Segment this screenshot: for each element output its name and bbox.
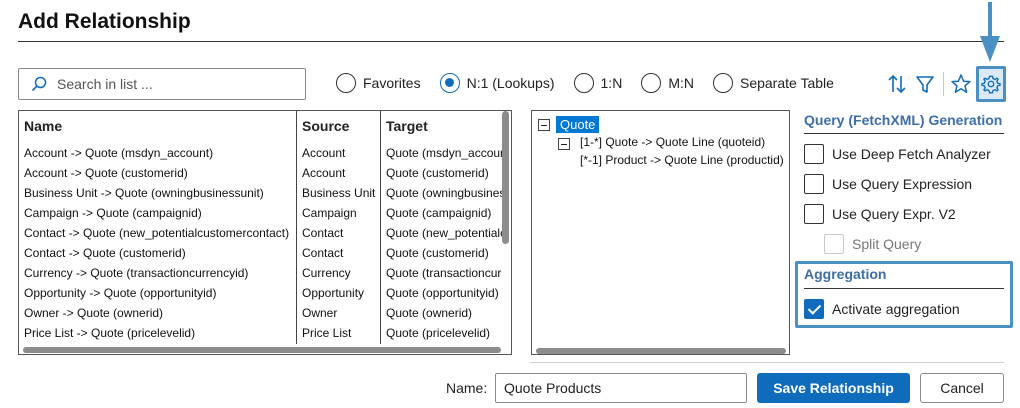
table-row-target[interactable]: Quote (msdyn_account) — [386, 146, 502, 160]
table-row-target[interactable]: Quote (customerid) — [386, 166, 502, 180]
table-row-name[interactable]: Currency -> Quote (transactioncurrencyid… — [24, 266, 294, 280]
checkbox-label: Use Deep Fetch Analyzer — [832, 146, 991, 162]
checkbox-label: Split Query — [852, 236, 922, 252]
checkbox-box[interactable] — [824, 234, 844, 254]
table-row-target[interactable]: Quote (opportunityid) — [386, 286, 502, 300]
table-row-source[interactable]: Business Unit — [302, 186, 378, 200]
table-row-name[interactable]: Contact -> Quote (customerid) — [24, 246, 294, 260]
radio-mn[interactable]: M:N — [641, 73, 694, 93]
sort-icon[interactable] — [886, 73, 908, 95]
radio-label: 1:N — [600, 75, 623, 91]
table-row-name[interactable]: Account -> Quote (customerid) — [24, 166, 294, 180]
dialog-title: Add Relationship — [18, 10, 191, 33]
table-row-target[interactable]: Quote (owningbusinessunit) — [386, 186, 502, 200]
table-row-source[interactable]: Contact — [302, 226, 378, 240]
aggregation-section-title: Aggregation — [804, 266, 887, 282]
radio-circle[interactable] — [336, 73, 356, 93]
search-icon — [31, 76, 47, 92]
table-row-source[interactable]: Campaign — [302, 206, 378, 220]
table-row-source[interactable]: Currency — [302, 266, 378, 280]
table-row-target[interactable]: Quote (pricelevelid) — [386, 326, 502, 340]
tree-node[interactable]: [*-1] Product -> Quote Line (productid) — [580, 153, 784, 167]
vertical-scrollbar[interactable] — [502, 111, 509, 244]
radio-circle[interactable] — [641, 73, 662, 93]
checkbox-box[interactable] — [804, 144, 824, 164]
table-row-source[interactable]: Account — [302, 166, 378, 180]
horizontal-scrollbar[interactable] — [536, 348, 786, 354]
fetchxml-section-title: Query (FetchXML) Generation — [804, 112, 1003, 128]
table-row-name[interactable]: Owner -> Quote (ownerid) — [24, 306, 294, 320]
radio-label: Favorites — [363, 75, 421, 91]
relationship-name-input[interactable] — [495, 373, 747, 403]
table-row-source[interactable]: Account — [302, 146, 378, 160]
table-row-target[interactable]: Quote (new_potentialcustomercontact) — [386, 226, 502, 240]
radio-n1-lookups[interactable]: N:1 (Lookups) — [439, 73, 555, 93]
column-header-target[interactable]: Target — [386, 118, 428, 134]
checkbox-label: Use Query Expr. V2 — [832, 206, 956, 222]
toolbar-divider — [943, 72, 944, 96]
radio-favorites[interactable]: Favorites — [336, 73, 421, 93]
column-divider — [380, 111, 381, 344]
checkbox-label: Use Query Expression — [832, 176, 973, 192]
section-divider — [804, 133, 1004, 134]
relationship-type-filter: Favorites N:1 (Lookups) 1:N M:N Separate… — [336, 73, 853, 93]
callout-arrow-icon — [980, 2, 1000, 62]
table-row-source[interactable]: Owner — [302, 306, 378, 320]
radio-circle[interactable] — [712, 73, 733, 93]
gear-icon[interactable] — [981, 74, 1001, 94]
add-relationship-dialog: Add Relationship Favorites N:1 (Lookups)… — [0, 0, 1020, 408]
deep-fetch-checkbox[interactable]: Use Deep Fetch Analyzer — [804, 144, 991, 164]
table-row-target[interactable]: Quote (campaignid) — [386, 206, 502, 220]
checkbox-box[interactable] — [804, 299, 824, 319]
checkbox-label: Activate aggregation — [832, 301, 960, 317]
table-row-name[interactable]: Account -> Quote (msdyn_account) — [24, 146, 294, 160]
cancel-button[interactable]: Cancel — [920, 373, 1004, 403]
footer-divider — [530, 362, 1004, 363]
column-header-source[interactable]: Source — [302, 118, 349, 134]
radio-separate-table[interactable]: Separate Table — [712, 73, 834, 93]
title-divider — [18, 41, 1004, 42]
relationship-grid[interactable]: Name Source Target Account -> Quote (msd… — [18, 110, 512, 355]
query-expr-v2-checkbox[interactable]: Use Query Expr. V2 — [804, 204, 956, 224]
query-expression-checkbox[interactable]: Use Query Expression — [804, 174, 972, 194]
filter-icon[interactable] — [914, 73, 936, 95]
radio-circle[interactable] — [439, 73, 460, 93]
settings-button-highlight[interactable] — [976, 66, 1006, 102]
section-divider — [804, 288, 1004, 289]
name-label: Name: — [446, 380, 488, 396]
checkbox-box[interactable] — [804, 174, 824, 194]
column-header-name[interactable]: Name — [24, 118, 62, 134]
radio-label: Separate Table — [739, 75, 834, 91]
table-row-name[interactable]: Business Unit -> Quote (owningbusinessun… — [24, 186, 294, 200]
search-input[interactable] — [55, 73, 295, 95]
table-row-name[interactable]: Opportunity -> Quote (opportunityid) — [24, 286, 294, 300]
checkbox-box[interactable] — [804, 204, 824, 224]
table-row-target[interactable]: Quote (ownerid) — [386, 306, 502, 320]
collapse-icon[interactable] — [538, 119, 550, 131]
table-row-target[interactable]: Quote (transactioncurrencyid) — [386, 266, 502, 280]
split-query-checkbox[interactable]: Split Query — [824, 234, 921, 254]
radio-1n[interactable]: 1:N — [573, 73, 623, 93]
radio-label: M:N — [668, 75, 694, 91]
favorite-star-icon[interactable] — [950, 73, 972, 95]
radio-circle[interactable] — [573, 73, 594, 93]
table-row-source[interactable]: Price List — [302, 326, 378, 340]
collapse-icon[interactable] — [558, 138, 570, 150]
horizontal-scrollbar[interactable] — [23, 347, 501, 353]
table-row-name[interactable]: Campaign -> Quote (campaignid) — [24, 206, 294, 220]
table-row-source[interactable]: Contact — [302, 246, 378, 260]
table-row-source[interactable]: Opportunity — [302, 286, 378, 300]
table-row-name[interactable]: Contact -> Quote (new_potentialcustomerc… — [24, 226, 294, 240]
tree-node[interactable]: [1-*] Quote -> Quote Line (quoteid) — [580, 135, 765, 149]
table-row-name[interactable]: Price List -> Quote (pricelevelid) — [24, 326, 294, 340]
tree-root-node[interactable]: Quote — [556, 116, 600, 133]
relationship-tree[interactable]: Quote [1-*] Quote -> Quote Line (quoteid… — [531, 110, 790, 355]
radio-label: N:1 (Lookups) — [466, 75, 555, 91]
table-row-target[interactable]: Quote (customerid) — [386, 246, 502, 260]
activate-aggregation-checkbox[interactable]: Activate aggregation — [804, 299, 960, 319]
save-relationship-button[interactable]: Save Relationship — [757, 373, 910, 403]
column-divider — [296, 111, 297, 344]
search-box[interactable] — [18, 68, 306, 100]
